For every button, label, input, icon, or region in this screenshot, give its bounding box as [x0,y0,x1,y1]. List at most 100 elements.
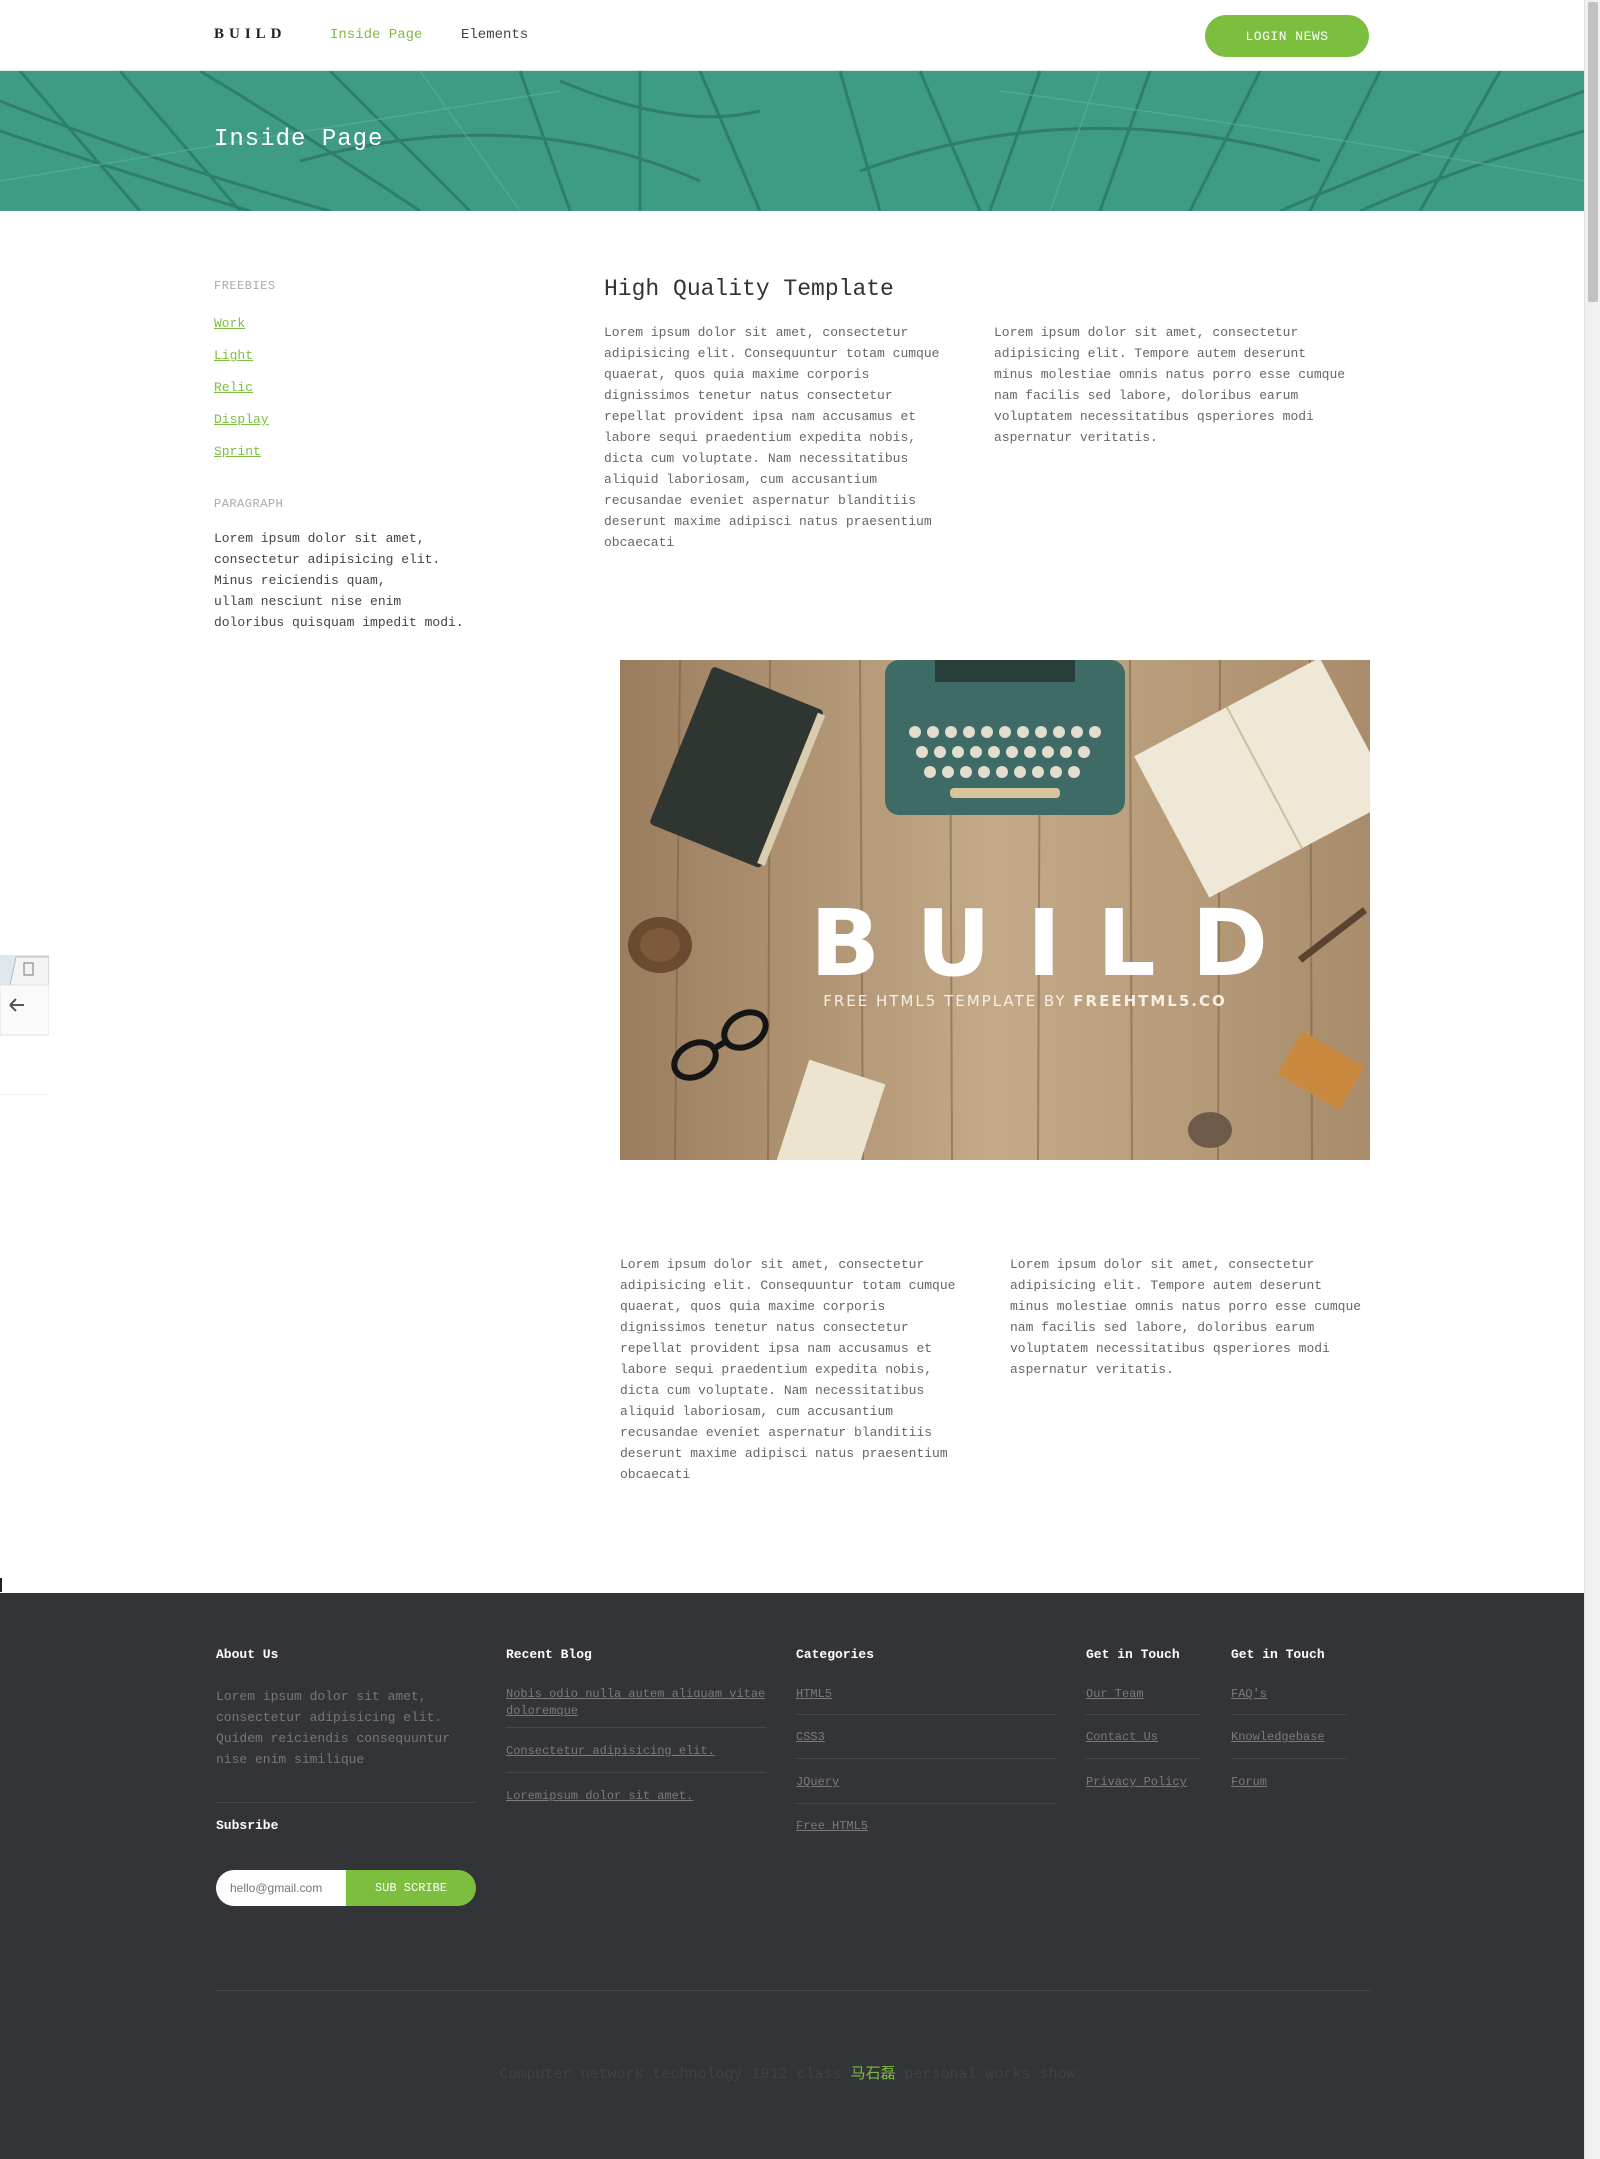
link-our-team[interactable]: Our Team [1086,1686,1144,1703]
divider [796,1803,1056,1804]
image-title: BUILD [810,890,1305,997]
freebies-heading: FREEBIES [214,279,276,293]
category-link-html5[interactable]: HTML5 [796,1686,832,1703]
copyright-text: Computer network technology 1912 class 马… [0,2062,1584,2083]
paragraph-heading: PARAGRAPH [214,497,284,511]
build-template-image: BUILD FREE HTML5 TEMPLATE BY FREEHTML5.C… [620,660,1370,1160]
blog-link-1[interactable]: Nobis odio nulla autem aliquam vitae dol… [506,1686,766,1720]
scrollbar-thumb[interactable] [1588,2,1598,302]
paragraph-short-bottom: Lorem ipsum dolor sit amet, consectetur … [1010,1254,1390,1380]
text-line: voluptatem necessitatibus qsperiores mod… [1010,1341,1330,1356]
window-fragment-graphic [0,955,50,1096]
login-news-button[interactable]: LOGIN NEWS [1205,15,1369,57]
subscribe-button[interactable]: SUB SCRIBE [346,1870,476,1906]
text-line: adipisicing elit. Consequuntur totam cum… [620,1278,956,1293]
hero-title: Inside Page [214,126,384,153]
link-forum[interactable]: Forum [1231,1774,1267,1791]
window-fragment [0,955,50,1096]
text-line: Lorem ipsum dolor sit amet, [214,531,425,546]
link-knowledgebase[interactable]: Knowledgebase [1231,1729,1325,1746]
top-navbar: BUILD Inside Page Elements LOGIN NEWS [0,0,1584,71]
vertical-scrollbar[interactable] [1584,0,1600,2159]
copyright-prefix: Computer network technology 1912 class [499,2066,851,2083]
text-line: Lorem ipsum dolor sit amet, [216,1689,427,1704]
blog-link-3[interactable]: Loremipsum dolor sit amet. [506,1788,693,1805]
divider [1231,1758,1346,1759]
category-link-jquery[interactable]: JQuery [796,1774,839,1791]
text-line: dicta cum voluptate. Nam necessitatibus [620,1383,925,1398]
text-line: consectetur adipisicing elit. [214,552,441,567]
site-logo[interactable]: BUILD [214,26,287,43]
categories-heading: Categories [796,1647,875,1662]
link-privacy-policy[interactable]: Privacy Policy [1086,1774,1187,1791]
text-line: aspernatur veritatis. [994,430,1158,445]
text-line: deserunt maxime adipisci natus praesenti… [604,514,932,529]
subscribe-email-input[interactable] [216,1870,346,1906]
nav-inside-page[interactable]: Inside Page [330,27,422,43]
get-in-touch-heading-2: Get in Touch [1231,1647,1325,1662]
text-line: nam facilis sed labore, doloribus earum [994,388,1299,403]
footer-divider [216,1990,1371,1991]
author-link[interactable]: 马石磊 [851,2064,896,2082]
main-title: High Quality Template [604,276,894,302]
subscribe-heading: Subsribe [216,1818,279,1833]
text-line: labore sequi praedentium expedita nobis, [620,1362,933,1377]
text-line: consectetur adipisicing elit. [216,1710,443,1725]
text-line: Lorem ipsum dolor sit amet, consectetur [620,1257,925,1272]
divider [216,1802,476,1803]
text-line: recusandae eveniet aspernatur blanditiis [620,1425,933,1440]
text-line: deserunt maxime adipisci natus praesenti… [620,1446,948,1461]
divider [1231,1714,1346,1715]
paragraph-short-top: Lorem ipsum dolor sit amet, consectetur … [994,322,1374,448]
blog-link-2[interactable]: Consectetur adipisicing elit. [506,1743,715,1760]
sidebar-link-display[interactable]: Display [214,412,269,427]
text-line: repellat provident ipsa nam accusamus et [604,409,917,424]
link-faqs[interactable]: FAQ's [1231,1686,1267,1703]
text-line: Lorem ipsum dolor sit amet, consectetur [604,325,909,340]
text-line: adipisicing elit. Tempore autem deserunt [994,346,1307,361]
text-line: adipisicing elit. Tempore autem deserunt [1010,1278,1323,1293]
paragraph-long-top: Lorem ipsum dolor sit amet, consectetur … [604,322,984,553]
link-contact-us[interactable]: Contact Us [1086,1729,1158,1746]
hero-banner: Inside Page [0,71,1584,211]
text-line: nam facilis sed labore, doloribus earum [1010,1320,1315,1335]
text-line: minus molestiae omnis natus porro esse c… [1010,1299,1362,1314]
about-heading: About Us [216,1647,279,1662]
text-line: dignissimos tenetur natus consectetur [620,1320,909,1335]
category-link-free-html5[interactable]: Free HTML5 [796,1818,868,1835]
text-line: obcaecati [620,1467,691,1482]
text-line: recusandae eveniet aspernatur blanditiis [604,493,917,508]
text-line: aliquid laboriosam, cum accusantium [604,472,878,487]
text-line: Lorem ipsum dolor sit amet, consectetur [994,325,1299,340]
text-line: adipisicing elit. Consequuntur totam cum… [604,346,940,361]
copyright-suffix: personal works show. [895,2066,1085,2083]
text-line: ullam nesciunt nise enim [214,594,402,609]
sidebar-paragraph: Lorem ipsum dolor sit amet, consectetur … [214,528,494,633]
text-line: dignissimos tenetur natus consectetur [604,388,893,403]
edge-mark [0,1578,2,1592]
sidebar-link-work[interactable]: Work [214,316,245,331]
paragraph-long-bottom: Lorem ipsum dolor sit amet, consectetur … [620,1254,1000,1485]
image-subtitle-text: FREE HTML5 TEMPLATE BY [823,992,1074,1010]
nav-elements[interactable]: Elements [461,27,528,43]
sidebar-link-relic[interactable]: Relic [214,380,253,395]
text-line: quaerat, quos quia maxime corporis [604,367,870,382]
divider [1086,1714,1201,1715]
category-link-css3[interactable]: CSS3 [796,1729,825,1746]
text-line: minus molestiae omnis natus porro esse c… [994,367,1346,382]
text-line: dicta cum voluptate. Nam necessitatibus [604,451,909,466]
text-line: repellat provident ipsa nam accusamus et [620,1341,933,1356]
text-line: Minus reiciendis quam, [214,573,386,588]
text-line: labore sequi praedentium expedita nobis, [604,430,917,445]
get-in-touch-heading-1: Get in Touch [1086,1647,1180,1662]
divider [1086,1758,1201,1759]
text-line: doloribus quisquam impedit modi. [214,615,464,630]
text-line: Quidem reiciendis consequuntur [216,1731,451,1746]
text-line: voluptatem necessitatibus qsperiores mod… [994,409,1314,424]
divider [796,1714,1056,1715]
text-line: nise enim similique [216,1752,365,1767]
text-line: aspernatur veritatis. [1010,1362,1174,1377]
sidebar-link-sprint[interactable]: Sprint [214,444,261,459]
sidebar-link-light[interactable]: Light [214,348,253,363]
divider [506,1772,766,1773]
